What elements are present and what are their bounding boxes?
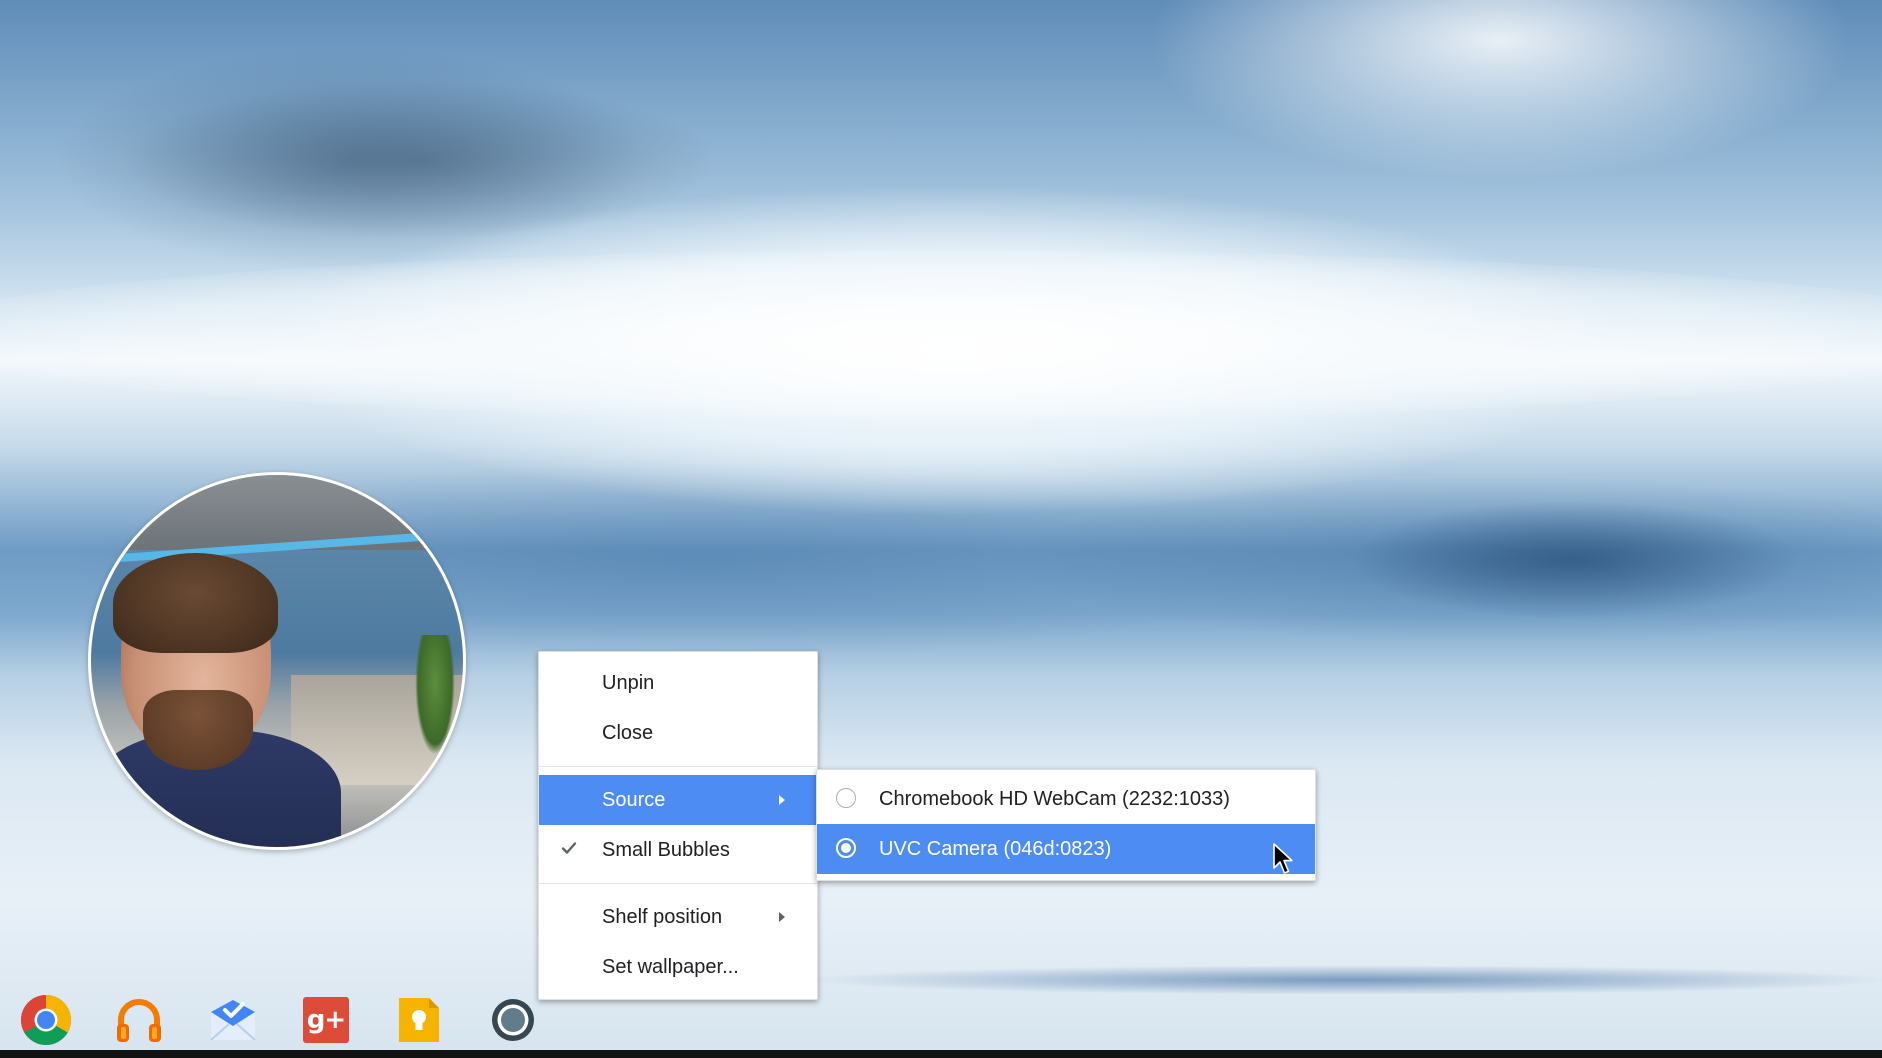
webcam-plant xyxy=(415,635,455,755)
webcam-app-logo xyxy=(492,999,534,1041)
menu-item-label: Small Bubbles xyxy=(602,839,730,861)
menu-item-source[interactable]: Source xyxy=(539,775,817,825)
menu-item-label: Unpin xyxy=(602,672,655,694)
source-option-uvc-camera[interactable]: UVC Camera (046d:0823) xyxy=(817,824,1315,874)
wallpaper-mountain-ridge xyxy=(120,80,720,240)
inbox-logo xyxy=(210,1000,256,1041)
inbox-icon[interactable] xyxy=(203,990,263,1050)
radio-unchecked-icon[interactable] xyxy=(836,788,856,808)
menu-item-label: Source xyxy=(602,789,666,811)
source-option-chromebook-webcam[interactable]: Chromebook HD WebCam (2232:1033) xyxy=(817,774,1315,824)
music-headphones-icon[interactable] xyxy=(109,990,169,1050)
headphones-logo xyxy=(117,999,161,1042)
webcam-person-hair xyxy=(113,553,278,653)
submenu-arrow-icon xyxy=(779,912,785,922)
webcam-app-icon[interactable] xyxy=(483,990,543,1050)
submenu-arrow-icon xyxy=(779,795,785,805)
desktop-wallpaper[interactable]: Unpin Close Source Small Bubbles Shelf p… xyxy=(0,0,1882,1058)
menu-item-unpin[interactable]: Unpin xyxy=(539,658,817,708)
menu-item-label: Shelf position xyxy=(602,906,723,928)
shelf: g+ xyxy=(0,990,1882,1058)
source-submenu: Chromebook HD WebCam (2232:1033) UVC Cam… xyxy=(816,769,1316,881)
chrome-icon[interactable] xyxy=(16,990,76,1050)
keep-icon[interactable] xyxy=(389,990,449,1050)
google-plus-icon[interactable]: g+ xyxy=(296,990,356,1050)
radio-checked-icon[interactable] xyxy=(836,838,856,858)
shelf-bottom-bar xyxy=(0,1050,1882,1058)
menu-separator xyxy=(539,883,817,884)
google-plus-logo-text: g+ xyxy=(303,997,349,1043)
menu-item-small-bubbles[interactable]: Small Bubbles xyxy=(539,825,817,875)
menu-item-close[interactable]: Close xyxy=(539,708,817,758)
source-option-label: UVC Camera (046d:0823) xyxy=(879,838,1112,860)
menu-separator xyxy=(539,766,817,767)
webcam-bubble[interactable] xyxy=(88,472,466,850)
menu-item-label: Set wallpaper... xyxy=(602,956,739,978)
checkmark-icon xyxy=(561,842,577,854)
menu-item-shelf-position[interactable]: Shelf position xyxy=(539,892,817,942)
shelf-context-menu: Unpin Close Source Small Bubbles Shelf p… xyxy=(538,651,818,1000)
menu-item-set-wallpaper[interactable]: Set wallpaper... xyxy=(539,942,817,992)
wallpaper-cloud-band xyxy=(0,250,1882,420)
keep-logo xyxy=(399,998,439,1042)
menu-item-label: Close xyxy=(602,722,654,744)
webcam-person-beard xyxy=(143,690,253,770)
wallpaper-shadow-band xyxy=(1350,500,1800,620)
source-option-label: Chromebook HD WebCam (2232:1033) xyxy=(879,788,1230,810)
chrome-logo xyxy=(21,995,71,1045)
